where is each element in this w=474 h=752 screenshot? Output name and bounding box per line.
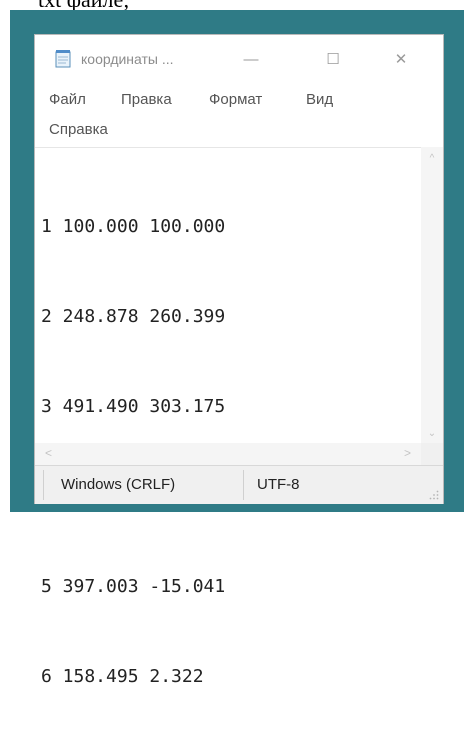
vertical-scrollbar[interactable]: ^ ⌄ bbox=[421, 147, 443, 443]
resize-grip-icon[interactable] bbox=[429, 490, 439, 500]
text-line: 3 491.490 303.175 bbox=[41, 396, 226, 417]
text-line: 6 158.495 2.322 bbox=[41, 666, 204, 687]
text-line: 2 248.878 260.399 bbox=[41, 306, 226, 327]
scroll-right-icon[interactable]: > bbox=[404, 446, 411, 460]
menu-format[interactable]: Формат bbox=[209, 91, 262, 108]
text-editor[interactable]: 1 100.000 100.000 2 248.878 260.399 3 49… bbox=[35, 147, 421, 687]
status-bar: Windows (CRLF) UTF-8 bbox=[35, 465, 443, 504]
title-bar[interactable]: координаты ... — ☐ ✕ bbox=[35, 35, 443, 83]
status-line-endings: Windows (CRLF) bbox=[61, 476, 176, 493]
maximize-icon: ☐ bbox=[326, 51, 340, 68]
menu-view[interactable]: Вид bbox=[306, 91, 333, 108]
horizontal-scrollbar[interactable]: < > bbox=[35, 443, 421, 465]
status-separator bbox=[43, 470, 44, 500]
minimize-button[interactable]: — bbox=[231, 43, 271, 75]
notepad-icon bbox=[55, 50, 71, 68]
menu-bar: Файл Правка Формат Вид Справка bbox=[41, 85, 381, 153]
status-encoding: UTF-8 bbox=[257, 476, 300, 493]
menu-edit[interactable]: Правка bbox=[121, 91, 172, 108]
window-title: координаты ... bbox=[81, 51, 174, 67]
notepad-window: координаты ... — ☐ ✕ Файл Правка Формат … bbox=[34, 34, 444, 687]
menu-row-1: Файл Правка Формат Вид bbox=[41, 85, 381, 119]
menu-file[interactable]: Файл bbox=[49, 91, 86, 108]
text-line: 5 397.003 -15.041 bbox=[41, 576, 226, 597]
scroll-down-icon[interactable]: ⌄ bbox=[421, 428, 443, 439]
menu-help[interactable]: Справка bbox=[49, 121, 108, 138]
maximize-button[interactable]: ☐ bbox=[313, 43, 353, 75]
scrollbar-corner bbox=[421, 443, 443, 465]
scroll-up-icon[interactable]: ^ bbox=[421, 153, 443, 164]
text-line: 1 100.000 100.000 bbox=[41, 216, 226, 237]
minimize-icon: — bbox=[243, 50, 259, 68]
close-icon: ✕ bbox=[394, 51, 408, 68]
close-button[interactable]: ✕ bbox=[381, 43, 421, 75]
scroll-left-icon[interactable]: < bbox=[45, 446, 52, 460]
status-separator bbox=[243, 470, 244, 500]
